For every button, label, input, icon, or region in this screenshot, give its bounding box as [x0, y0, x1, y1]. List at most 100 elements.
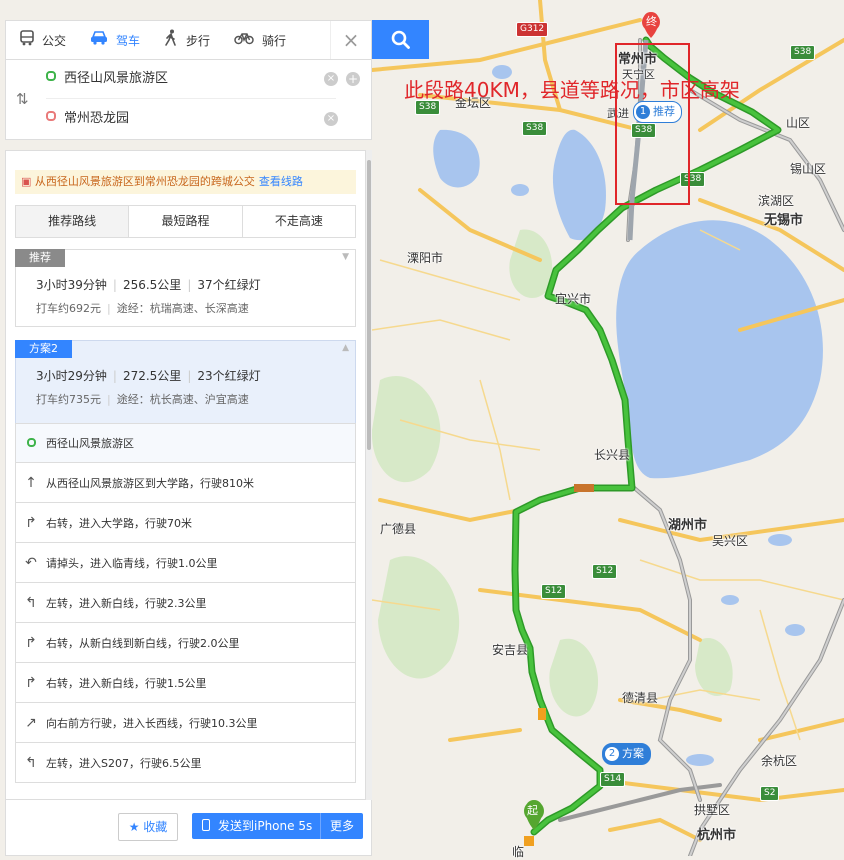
list-item[interactable]: ↶ 请掉头，进入临青线，行驶1.0公里 — [15, 543, 356, 583]
road-sign: S12 — [541, 584, 567, 599]
end-marker-label: 终 — [646, 15, 657, 28]
bus-icon — [20, 30, 34, 50]
place-yixing: 宜兴市 — [555, 292, 592, 306]
route-recommend-label: 推荐 — [653, 105, 675, 118]
results-panel: ▣ 从西径山风景旅游区到常州恐龙园的跨城公交 查看线路 推荐路线 最短路程 不走高… — [5, 150, 366, 800]
place-guangde: 广德县 — [380, 522, 417, 536]
origin-dot-icon — [26, 438, 36, 447]
tab-no-highway[interactable]: 不走高速 — [243, 206, 355, 237]
road-sign: S14 — [600, 772, 626, 787]
chevron-down-icon[interactable]: ▼ — [342, 252, 349, 262]
route-time: 3小时29分钟 — [36, 369, 107, 383]
banner-text: 从西径山风景旅游区到常州恐龙园的跨城公交 — [34, 175, 255, 188]
add-waypoint-icon[interactable]: + — [346, 72, 360, 86]
scrollbar-thumb[interactable] — [367, 160, 371, 450]
step-text: 右转，进入新白线，行驶1.5公里 — [46, 676, 207, 690]
place-binhu: 滨湖区 — [758, 194, 795, 208]
place-changxing: 长兴县 — [594, 448, 631, 462]
search-button[interactable] — [372, 20, 429, 59]
place-huzhou: 湖州市 — [668, 518, 708, 533]
destination-field[interactable]: 常州恐龙园 × — [46, 100, 338, 138]
tab-recommended[interactable]: 推荐路线 — [16, 206, 130, 237]
place-deqing: 德清县 — [622, 691, 659, 705]
car-icon — [90, 31, 108, 49]
route-panel: 公交 驾车 步行 骑行 × ⇅ 西径山风景旅游区 × + 常州恐龙园 × ▣ 从… — [0, 0, 429, 856]
mode-bus[interactable]: 公交 — [6, 21, 76, 59]
place-anji: 安吉县 — [492, 643, 529, 657]
route-recommend-num: 1 — [636, 105, 650, 119]
list-item[interactable]: ↱ 右转，进入新白线，行驶1.5公里 — [15, 663, 356, 703]
train-icon: ▣ — [21, 175, 32, 188]
turn-right-icon: ↱ — [25, 674, 37, 691]
place-yuhang: 余杭区 — [761, 754, 798, 768]
place-hangzhou: 杭州市 — [697, 828, 737, 843]
step-text: 右转，进入大学路，行驶70米 — [46, 516, 192, 530]
tab-shortest[interactable]: 最短路程 — [129, 206, 243, 237]
step-text: 西径山风景旅游区 — [46, 437, 134, 450]
route-recommend-tag[interactable]: 1 推荐 — [633, 101, 682, 123]
place-gongshu: 拱墅区 — [694, 803, 731, 817]
send-to-phone-button[interactable]: 发送到iPhone 5s 更多 — [192, 813, 363, 839]
route-taxi: 打车约692元 — [36, 302, 101, 315]
highlight-box — [615, 43, 690, 205]
route-plan-tag[interactable]: 2 方案 — [602, 743, 651, 765]
step-text: 从西径山风景旅游区到大学路，行驶810米 — [46, 476, 254, 490]
step-start[interactable]: 西径山风景旅游区 — [15, 423, 356, 463]
step-text: 左转，进入新白线，行驶2.3公里 — [46, 596, 207, 610]
favorite-button[interactable]: ★ 收藏 — [118, 813, 178, 841]
origin-field[interactable]: 西径山风景旅游区 × + — [46, 60, 360, 99]
mode-car[interactable]: 驾车 — [76, 21, 150, 59]
walk-icon — [164, 29, 178, 51]
close-icon[interactable]: × — [330, 21, 371, 59]
place-shan: 山区 — [786, 116, 811, 130]
list-item[interactable]: ↗ 向右前方行驶，进入长西线，行驶10.3公里 — [15, 703, 356, 743]
step-text: 请掉头，进入临青线，行驶1.0公里 — [46, 556, 218, 570]
turn-right-icon: ↱ — [25, 514, 37, 531]
more-button[interactable]: 更多 — [320, 813, 363, 839]
intercity-bus-banner: ▣ 从西径山风景旅游区到常州恐龙园的跨城公交 查看线路 — [15, 170, 356, 194]
step-text: 左转，进入S207，行驶6.5公里 — [46, 756, 202, 770]
road-sign: S38 — [522, 121, 548, 136]
annotation-text: 此段路40KM，县道等路况，市区高架 — [404, 78, 740, 102]
route-option-1[interactable]: 推荐 ▼ 3小时39分钟 | 256.5公里 | 37个红绿灯 打车约692元 | 途经：杭… — [15, 249, 356, 327]
mode-bike-label: 骑行 — [262, 33, 287, 48]
road-sign: S2 — [760, 786, 780, 801]
route-tag: 推荐 — [15, 249, 65, 267]
origin-value: 西径山风景旅游区 — [64, 71, 169, 86]
u-turn-icon: ↶ — [25, 554, 37, 571]
search-icon — [391, 30, 410, 49]
list-item[interactable]: ↰ 左转，进入新白线，行驶2.3公里 — [15, 583, 356, 623]
route-distance: 256.5公里 — [122, 278, 182, 292]
transport-mode-bar: 公交 驾车 步行 骑行 × — [5, 20, 372, 60]
list-item[interactable]: ↰ 左转，进入S207，行驶6.5公里 — [15, 743, 356, 783]
list-item[interactable]: ↱ 右转，进入大学路，行驶70米 — [15, 503, 356, 543]
phone-icon — [202, 819, 210, 831]
clear-destination-icon[interactable]: × — [324, 112, 338, 126]
list-item[interactable]: ↱ 右转，从新白线到新白线，行驶2.0公里 — [15, 623, 356, 663]
swap-icon[interactable]: ⇅ — [16, 90, 29, 108]
route-lights: 37个红绿灯 — [197, 278, 261, 292]
view-route-link[interactable]: 查看线路 — [259, 175, 303, 188]
mode-car-label: 驾车 — [116, 33, 141, 48]
action-bar: ★ 收藏 发送到iPhone 5s 更多 — [5, 800, 372, 856]
route-inputs: ⇅ 西径山风景旅游区 × + 常州恐龙园 × — [5, 60, 372, 140]
place-xishan: 锡山区 — [790, 162, 827, 176]
step-text: 右转，从新白线到新白线，行驶2.0公里 — [46, 636, 240, 650]
route-taxi: 打车约735元 — [36, 393, 101, 406]
route-distance: 272.5公里 — [122, 369, 182, 383]
destination-dot-icon — [46, 111, 56, 121]
mode-bike[interactable]: 骑行 — [220, 21, 296, 59]
mode-bus-label: 公交 — [42, 33, 67, 48]
route-pref-tabs: 推荐路线 最短路程 不走高速 — [15, 205, 356, 238]
destination-value: 常州恐龙园 — [64, 111, 130, 126]
favorite-label: 收藏 — [143, 820, 168, 834]
step-list: 西径山风景旅游区 ↑ 从西径山风景旅游区到大学路，行驶810米 ↱ 右转，进入大学路… — [15, 423, 356, 783]
chevron-up-icon[interactable]: ▲ — [342, 343, 349, 353]
clear-origin-icon[interactable]: × — [324, 72, 338, 86]
list-item[interactable]: ↑ 从西径山风景旅游区到大学路，行驶810米 — [15, 463, 356, 503]
origin-dot-icon — [46, 71, 56, 81]
bear-right-icon: ↗ — [25, 714, 37, 731]
mode-walk[interactable]: 步行 — [150, 21, 220, 59]
start-marker-label: 起 — [527, 804, 538, 817]
turn-right-icon: ↱ — [25, 634, 37, 651]
